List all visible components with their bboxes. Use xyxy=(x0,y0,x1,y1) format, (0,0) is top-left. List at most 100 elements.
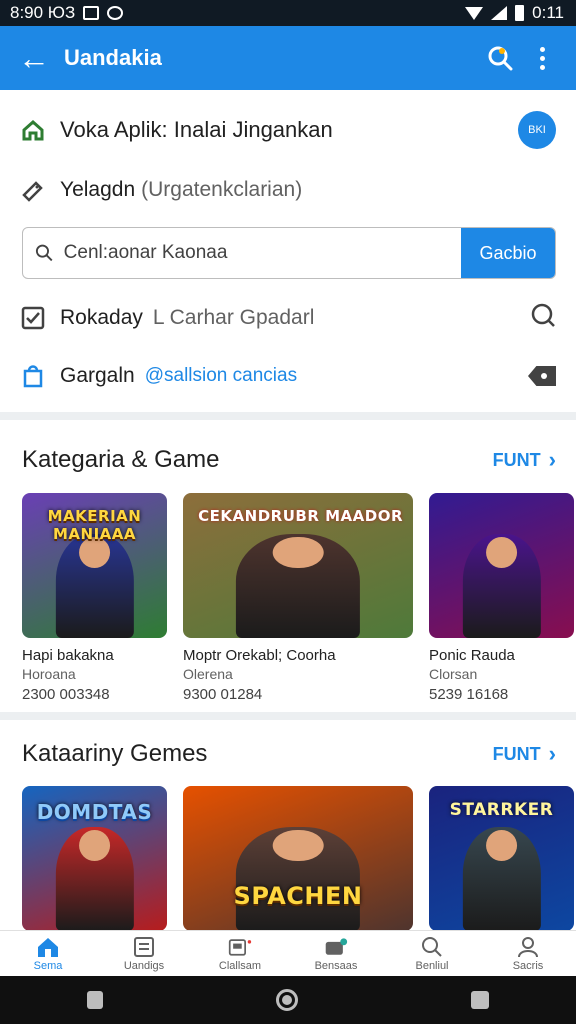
app-name: Voka Aplik: Inalai Jingankan xyxy=(60,117,333,142)
store-label: Gargaln xyxy=(60,364,135,387)
game-title: Moptr Orekabl; Coorha xyxy=(183,647,336,664)
game-card[interactable]: DOMDTAS xyxy=(22,786,167,930)
notification-icon xyxy=(107,6,124,20)
search-bar: Gacbio xyxy=(22,227,556,279)
see-more-link[interactable]: FUNT › xyxy=(493,447,556,473)
signal-icon xyxy=(491,6,508,20)
game-card[interactable]: MAKERIAN MANIAAA Hapi bakakna Horoana 23… xyxy=(22,493,167,703)
home-icon xyxy=(20,117,46,143)
status-bar: 8:90 ЮЗ 0:11 xyxy=(0,0,576,26)
category-label: Yelagdn xyxy=(60,178,136,201)
search-icon xyxy=(35,244,53,262)
more-options-icon[interactable] xyxy=(522,36,562,80)
back-icon[interactable] xyxy=(86,991,103,1009)
see-more-link[interactable]: FUNT › xyxy=(493,741,556,767)
game-banner: STARRKER xyxy=(449,800,554,820)
section-title: Kataariny Gemes xyxy=(22,740,208,767)
search-field xyxy=(23,228,461,278)
filter-label: Rokaday xyxy=(60,306,143,329)
back-arrow-icon[interactable]: ← xyxy=(14,38,54,78)
filter-row[interactable]: Rokaday L Carhar Gpadarl xyxy=(20,300,556,336)
battery-icon xyxy=(515,5,525,21)
category-section: Kategaria & Game FUNT › MAKERIAN MANIAAA… xyxy=(0,420,576,712)
bag-icon xyxy=(20,363,46,389)
nav-item-updates[interactable]: Uandigs xyxy=(96,931,192,976)
game-title: Ponic Rauda xyxy=(429,647,515,664)
nav-item-collection[interactable]: Clallsam xyxy=(192,931,288,976)
app-header-row: Voka Aplik: Inalai Jingankan BKI xyxy=(20,110,556,150)
tag-outline-icon xyxy=(20,177,46,203)
home-icon xyxy=(36,936,60,958)
wifi-icon xyxy=(465,6,484,20)
bottom-navigation: Sema Uandigs Clallsam Bensaas Benliul Sa… xyxy=(0,930,576,976)
nav-label: Sacris xyxy=(512,959,544,972)
nav-label: Sema xyxy=(33,959,63,972)
game-thumbnail[interactable]: SPACHEN xyxy=(183,786,413,930)
game-thumbnail[interactable]: DOMDTAS xyxy=(22,786,167,930)
system-navigation xyxy=(0,976,576,1024)
game-list: MAKERIAN MANIAAA Hapi bakakna Horoana 23… xyxy=(22,493,574,703)
game-thumbnail[interactable]: STARRKER xyxy=(429,786,574,930)
game-card[interactable]: SPACHEN xyxy=(183,786,413,930)
games-section: Kataariny Gemes FUNT › DOMDTAS SPACHEN S… xyxy=(0,720,576,930)
recent-apps-icon[interactable] xyxy=(471,991,490,1009)
game-downloads: 2300 003348 xyxy=(22,686,110,703)
game-card[interactable]: STARRKER xyxy=(429,786,574,930)
nav-item-profile[interactable]: Sacris xyxy=(480,931,576,976)
category-row[interactable]: Yelagdn (Urgatenkclarian) xyxy=(20,172,556,208)
game-thumbnail[interactable] xyxy=(429,493,574,638)
see-more-label: FUNT xyxy=(492,743,541,764)
notification-icon xyxy=(83,6,100,20)
game-card[interactable]: Ponic Rauda Clorsan 5239 16168 xyxy=(429,493,574,703)
checkbox-icon[interactable] xyxy=(20,305,46,331)
search-icon[interactable] xyxy=(478,36,522,80)
person-icon xyxy=(516,936,540,958)
search-button[interactable]: Gacbio xyxy=(461,228,555,278)
game-banner: DOMDTAS xyxy=(36,800,153,824)
comment-icon[interactable] xyxy=(530,302,556,334)
app-screen: 8:90 ЮЗ 0:11 ← Uandakia Voka Aplik: Inal… xyxy=(0,0,576,1024)
game-character-head xyxy=(272,829,324,862)
store-row[interactable]: Gargaln @sallsion cancias xyxy=(20,358,556,394)
folder-icon xyxy=(228,936,252,958)
nav-label: Bensaas xyxy=(314,959,358,972)
section-header: Kategaria & Game FUNT › xyxy=(22,442,556,478)
tag-icon[interactable] xyxy=(528,366,556,386)
chevron-right-icon: › xyxy=(548,741,556,766)
nav-item-search[interactable]: Benliul xyxy=(384,931,480,976)
game-card[interactable]: CEKANDRUBR MAADOR Moptr Orekabl; Coorha … xyxy=(183,493,413,703)
nav-label: Benliul xyxy=(415,959,449,972)
nav-label: Uandigs xyxy=(123,959,165,972)
game-character-head xyxy=(485,536,518,569)
status-time: 8:90 ЮЗ xyxy=(10,3,76,22)
game-downloads: 9300 01284 xyxy=(183,686,263,703)
game-banner: MAKERIAN MANIAAA xyxy=(47,507,142,543)
category-sub: (Urgatenkclarian) xyxy=(141,178,303,201)
app-title: Uandakia xyxy=(64,45,162,70)
nav-label: Clallsam xyxy=(218,959,262,972)
home-button-icon[interactable] xyxy=(275,989,298,1011)
store-link[interactable]: @sallsion cancias xyxy=(145,365,528,387)
see-more-label: FUNT xyxy=(492,449,541,470)
game-character-head xyxy=(272,536,324,569)
game-banner: SPACHEN xyxy=(233,882,363,910)
game-banner: CEKANDRUBR MAADOR xyxy=(198,507,403,525)
battery-text: 0:11 xyxy=(532,3,564,22)
nav-item-home[interactable]: Sema xyxy=(0,931,96,976)
header-card: Voka Aplik: Inalai Jingankan BKI Yelagdn… xyxy=(0,90,576,412)
game-developer: Horoana xyxy=(22,666,76,682)
nav-item-games[interactable]: Bensaas xyxy=(288,931,384,976)
section-title: Kategaria & Game xyxy=(22,446,220,473)
section-header: Kataariny Gemes FUNT › xyxy=(22,736,556,772)
game-thumbnail[interactable]: CEKANDRUBR MAADOR xyxy=(183,493,413,638)
search-icon xyxy=(420,936,444,958)
search-input[interactable] xyxy=(63,242,461,264)
list-icon xyxy=(132,936,156,958)
app-bar: ← Uandakia xyxy=(0,26,576,90)
avatar[interactable]: BKI xyxy=(518,111,556,149)
game-developer: Olerena xyxy=(183,666,233,682)
game-thumbnail[interactable]: MAKERIAN MANIAAA xyxy=(22,493,167,638)
game-title: Hapi bakakna xyxy=(22,647,114,664)
game-downloads: 5239 16168 xyxy=(429,686,509,703)
filter-value: L Carhar Gpadarl xyxy=(152,306,315,329)
